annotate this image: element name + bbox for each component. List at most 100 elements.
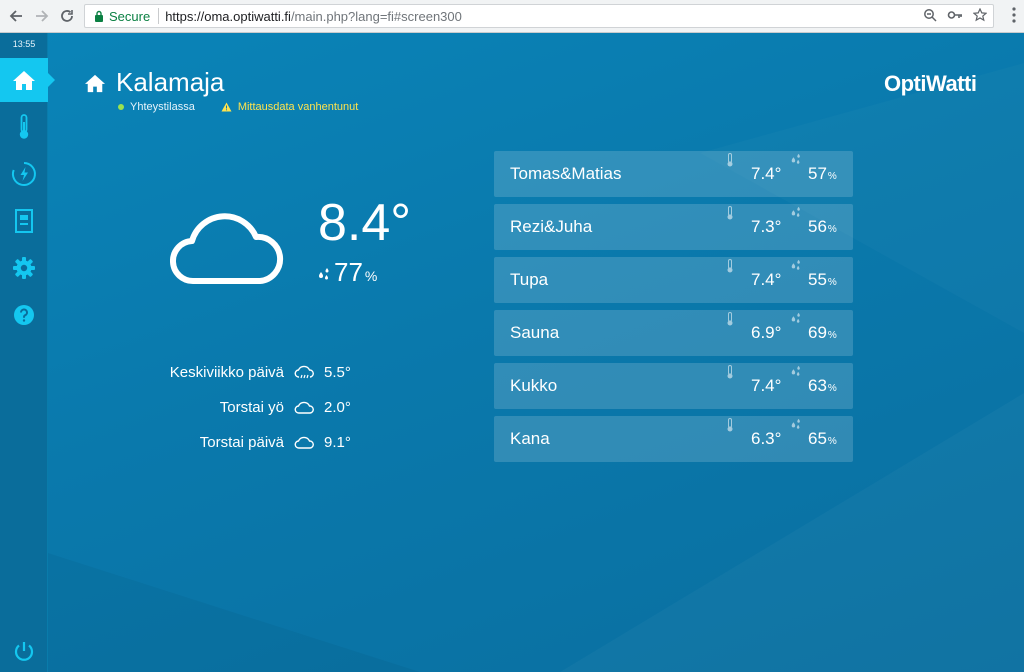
sidebar-item-temperature[interactable]: [0, 105, 48, 149]
room-card[interactable]: Tupa 7.4° 55%: [494, 257, 853, 303]
app-screen: 13:55 Kalamaja Yhteystilassa Mittausdata…: [0, 33, 1024, 672]
address-separator: [158, 8, 160, 24]
humidity-drops-icon: [791, 206, 800, 217]
home-icon: [85, 74, 105, 92]
room-humidity: 57%: [808, 164, 837, 184]
room-humidity: 69%: [808, 323, 837, 343]
room-humidity-unit: %: [827, 277, 837, 288]
room-humidity-unit: %: [827, 436, 837, 447]
warning-icon: [221, 102, 232, 112]
clock: 13:55: [12, 39, 36, 49]
sidebar-item-fusebox[interactable]: [0, 199, 48, 243]
room-card[interactable]: Sauna 6.9° 69%: [494, 310, 853, 356]
thermometer-icon: [19, 114, 29, 139]
forecast-value: 5.5°: [324, 364, 351, 381]
room-humidity: 55%: [808, 270, 837, 290]
url-path: /main.php?lang=fi#screen300: [290, 8, 462, 24]
cloud-icon: [284, 401, 324, 415]
cloud-icon: [170, 213, 284, 285]
arrow-left-icon: [9, 10, 22, 22]
back-button[interactable]: [6, 6, 26, 26]
room-name: Tupa: [510, 270, 549, 289]
reload-button[interactable]: [57, 6, 77, 26]
arrow-right-icon: [36, 10, 49, 22]
status-bar: Yhteystilassa Mittausdata vanhentunut: [118, 101, 358, 113]
room-temperature: 6.9°: [751, 323, 782, 342]
room-temperature: 6.3°: [751, 429, 782, 448]
forecast-label: Keskiviikko päivä: [169, 364, 284, 381]
page-title: Kalamaja: [116, 67, 225, 97]
room-card[interactable]: Kana 6.3° 65%: [494, 416, 853, 462]
warning-text: Mittausdata vanhentunut: [237, 101, 359, 113]
forward-button[interactable]: [32, 6, 52, 26]
gear-icon: [13, 257, 35, 279]
sidebar-item-energy[interactable]: [0, 152, 48, 196]
room-name: Rezi&Juha: [510, 217, 593, 236]
humidity-drops-icon: [791, 259, 800, 270]
outdoor-humidity: 77 %: [318, 257, 377, 288]
room-name: Kana: [510, 429, 550, 448]
room-humidity-unit: %: [827, 224, 837, 235]
thermometer-icon: [727, 153, 733, 167]
sidebar-item-home[interactable]: [0, 58, 55, 102]
room-card[interactable]: Rezi&Juha 7.3° 56%: [494, 204, 853, 250]
room-card[interactable]: Tomas&Matias 7.4° 57%: [494, 151, 853, 197]
room-humidity-value: 57: [808, 164, 827, 183]
logout-button[interactable]: [12, 640, 36, 669]
cloud-icon: [284, 436, 324, 450]
room-humidity-unit: %: [827, 330, 837, 341]
online-dot-icon: [118, 104, 124, 110]
thermometer-icon: [727, 418, 733, 432]
room-humidity-value: 63: [808, 376, 827, 395]
forecast-row: Torstai päivä 9.1°: [120, 425, 380, 460]
thermometer-icon: [727, 312, 733, 326]
sidebar-item-help[interactable]: [0, 293, 48, 337]
room-card[interactable]: Kukko 7.4° 63%: [494, 363, 853, 409]
key-icon[interactable]: [947, 8, 963, 25]
room-humidity-value: 65: [808, 429, 827, 448]
room-temperature: 7.3°: [751, 217, 782, 236]
forecast-label: Torstai päivä: [199, 434, 284, 451]
home-icon: [13, 71, 35, 90]
room-humidity-value: 69: [808, 323, 827, 342]
lock-icon: [93, 9, 105, 23]
outdoor-temperature: 8.4°: [318, 194, 412, 252]
humidity-unit: %: [364, 268, 378, 284]
address-bar[interactable]: Secure https://oma.optiwatti.fi /main.ph…: [84, 4, 994, 28]
fusebox-icon: [15, 209, 33, 233]
humidity-drops-icon: [319, 268, 329, 280]
room-humidity: 56%: [808, 217, 837, 237]
location-header: Kalamaja: [84, 67, 224, 98]
humidity-drops-icon: [791, 153, 800, 164]
room-humidity-value: 55: [808, 270, 827, 289]
room-humidity: 63%: [808, 376, 837, 396]
sidebar-item-settings[interactable]: [0, 246, 48, 290]
forecast-list: Keskiviikko päivä 5.5° Torstai yö 2.0° T…: [120, 355, 380, 460]
humidity-value: 77: [334, 257, 363, 287]
bookmark-star-icon[interactable]: [972, 7, 988, 25]
zoom-icon[interactable]: [923, 8, 937, 25]
forecast-row: Keskiviikko päivä 5.5°: [120, 355, 380, 390]
thermometer-icon: [727, 206, 733, 220]
help-icon: [14, 305, 34, 325]
room-temperature: 7.4°: [751, 376, 782, 395]
room-humidity-unit: %: [827, 383, 837, 394]
connection-status: Yhteystilassa: [130, 101, 195, 113]
browser-menu-button[interactable]: [1012, 7, 1016, 25]
url-host: https://oma.optiwatti.fi: [165, 8, 291, 24]
forecast-value: 2.0°: [324, 399, 351, 416]
forecast-row: Torstai yö 2.0°: [120, 390, 380, 425]
forecast-label: Torstai yö: [219, 399, 284, 416]
energy-icon: [12, 162, 36, 186]
data-warning: Mittausdata vanhentunut: [221, 101, 358, 113]
room-humidity-value: 56: [808, 217, 827, 236]
browser-toolbar: Secure https://oma.optiwatti.fi /main.ph…: [0, 0, 1024, 33]
forecast-value: 9.1°: [324, 434, 351, 451]
kebab-menu-icon: [1012, 7, 1016, 23]
secure-label: Secure: [109, 8, 151, 24]
cloud-rain-icon: [284, 365, 324, 381]
address-bar-actions: [923, 7, 988, 25]
sidebar: 13:55: [0, 33, 55, 672]
room-name: Sauna: [510, 323, 560, 342]
thermometer-icon: [727, 365, 733, 379]
